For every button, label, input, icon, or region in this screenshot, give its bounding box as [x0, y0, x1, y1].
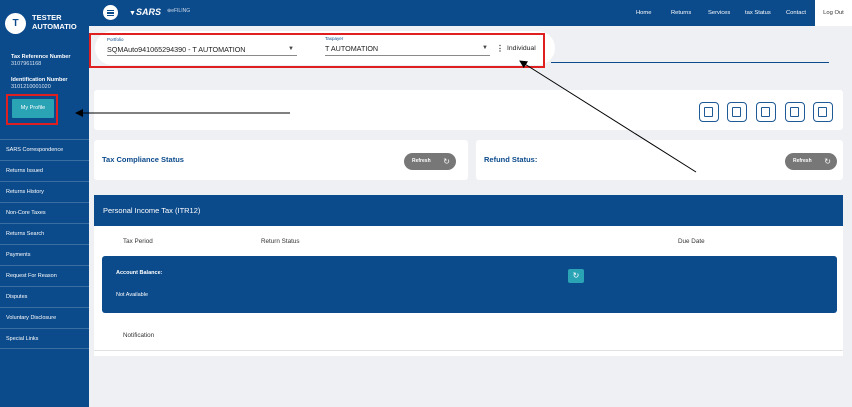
notification-divider — [94, 350, 843, 351]
sidebar: T TESTER AUTOMATIO Tax Reference Number … — [0, 0, 89, 407]
id-card-icon[interactable] — [727, 102, 747, 122]
user-name-line1: TESTER — [32, 13, 62, 22]
sidebar-item-returns-history[interactable]: Returns History — [0, 181, 89, 202]
sidebar-item-disputes[interactable]: Disputes — [0, 286, 89, 307]
highlight-box-selectors — [89, 33, 545, 68]
compliance-card: Tax Compliance Status Refresh ↻ — [94, 140, 468, 180]
nav-tax-status[interactable]: tax Status — [745, 0, 771, 26]
notification-label: Notification — [123, 332, 155, 339]
logo-sub-text: eFILING — [171, 8, 191, 14]
nav-home[interactable]: Home — [636, 0, 651, 26]
avatar[interactable]: T — [5, 13, 26, 34]
refresh-icon: ↻ — [824, 157, 831, 166]
calculator-icon[interactable] — [813, 102, 833, 122]
user-name: TESTER AUTOMATIO — [32, 13, 77, 31]
sidebar-item-non-core-taxes[interactable]: Non-Core Taxes — [0, 202, 89, 223]
refresh-icon[interactable]: ↻ — [568, 269, 584, 283]
compliance-title: Tax Compliance Status — [102, 155, 184, 164]
top-bar: ▼SARS ⊕eFILING Home Returns Services tax… — [89, 0, 852, 26]
nav-contact[interactable]: Contact — [786, 0, 806, 26]
column-return-status: Return Status — [261, 238, 300, 245]
sidebar-item-voluntary-disclosure[interactable]: Voluntary Disclosure — [0, 307, 89, 328]
user-name-line2: AUTOMATIO — [32, 22, 77, 31]
sidebar-nav: SARS Correspondence Returns Issued Retur… — [0, 139, 89, 349]
refund-refresh-label: Refresh — [793, 158, 812, 164]
highlight-box-profile — [6, 94, 58, 125]
sidebar-item-sars-correspondence[interactable]: SARS Correspondence — [0, 139, 89, 160]
menu-icon[interactable] — [103, 5, 118, 20]
tax-ref-label: Tax Reference Number — [11, 54, 71, 60]
compliance-refresh-button[interactable]: Refresh ↻ — [404, 153, 456, 170]
pit-header[interactable]: Personal Income Tax (ITR12) — [94, 195, 843, 226]
nav-returns[interactable]: Returns — [671, 0, 691, 26]
action-card — [94, 90, 843, 130]
refresh-icon: ↻ — [443, 157, 450, 166]
header-divider — [551, 62, 829, 63]
id-number-label: Identification Number — [11, 77, 68, 83]
logout-button[interactable]: Log Out — [815, 0, 852, 26]
sidebar-item-returns-search[interactable]: Returns Search — [0, 223, 89, 244]
id-number-value: 3101210001020 — [11, 84, 51, 90]
logo-text: SARS — [135, 7, 161, 17]
refund-card: Refund Status: Refresh ↻ — [476, 140, 843, 180]
tax-ref-value: 3107961168 — [11, 61, 42, 67]
print-icon[interactable] — [785, 102, 805, 122]
user-header: T TESTER AUTOMATIO — [0, 0, 89, 45]
efiling-logo: ⊕eFILING — [167, 8, 191, 14]
column-tax-period: Tax Period — [123, 238, 153, 245]
compliance-refresh-label: Refresh — [412, 158, 431, 164]
column-due-date: Due Date — [678, 238, 705, 245]
refund-title: Refund Status: — [484, 155, 538, 164]
account-balance-value: Not Available — [116, 292, 149, 298]
sidebar-item-returns-issued[interactable]: Returns Issued — [0, 160, 89, 181]
document-icon[interactable] — [699, 102, 719, 122]
account-balance-label: Account Balance: — [116, 270, 163, 276]
sidebar-item-special-links[interactable]: Special Links — [0, 328, 89, 349]
sars-logo: ▼SARS — [129, 7, 161, 17]
refund-refresh-button[interactable]: Refresh ↻ — [785, 153, 837, 170]
account-balance-panel: Account Balance: Not Available ↻ — [102, 256, 837, 313]
sidebar-item-payments[interactable]: Payments — [0, 244, 89, 265]
sidebar-item-request-for-reason[interactable]: Request For Reason — [0, 265, 89, 286]
file-icon[interactable] — [756, 102, 776, 122]
nav-services[interactable]: Services — [708, 0, 730, 26]
